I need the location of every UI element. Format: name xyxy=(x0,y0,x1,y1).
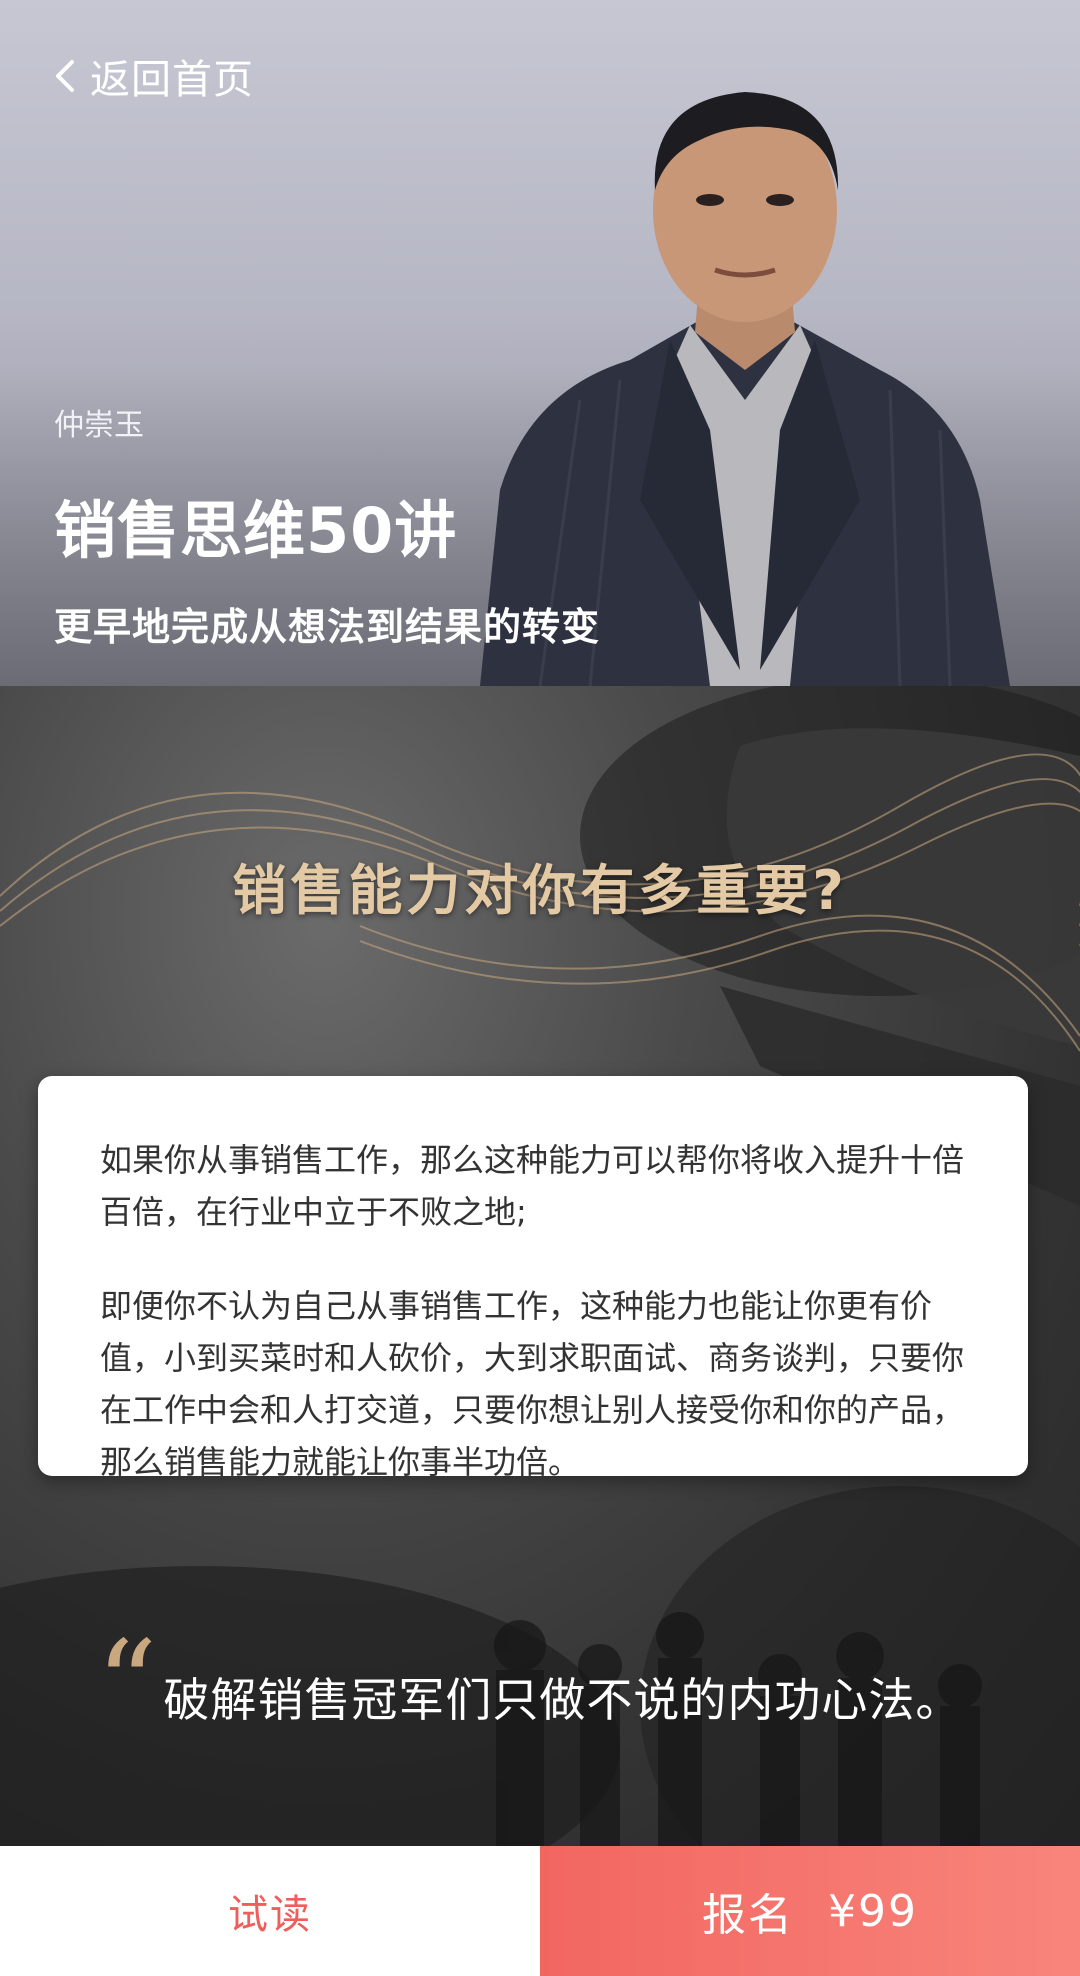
chevron-left-icon xyxy=(56,60,74,92)
back-home-button[interactable]: 返回首页 xyxy=(52,48,254,104)
course-subtitle: 更早地完成从想法到结果的转变 xyxy=(54,605,601,649)
enroll-label: 报名 xyxy=(702,1890,794,1941)
intro-paragraph: 即便你不认为自己从事销售工作，这种能力也能让你更有价值，小到买菜时和人砍价，大到… xyxy=(100,1287,965,1481)
course-info: 仲崇玉 销售思维50讲 更早地完成从想法到结果的转变 xyxy=(54,400,600,651)
poster-question: 销售能力对你有多重要? xyxy=(232,859,848,922)
bottom-action-bar: 试读 报名 ¥99 xyxy=(0,1846,1080,1976)
trial-read-label: 试读 xyxy=(228,1892,312,1938)
quote-text: 破解销售冠军们只做不说的内功心法。 xyxy=(163,1673,963,1727)
enroll-button[interactable]: 报名 ¥99 xyxy=(540,1846,1080,1976)
intro-card: 如果你从事销售工作，那么这种能力可以帮你将收入提升十倍百倍，在行业中立于不败之地… xyxy=(38,1076,1028,1481)
course-hero: 返回首页 仲崇玉 销售思维50讲 更早地完成从想法到结果的转变 xyxy=(0,0,1080,686)
poster-quote: “ 破解销售冠军们只做不说的内功心法。 xyxy=(96,1616,963,1755)
course-intro-poster: 销售能力对你有多重要? 如果你从事销售工作，那么这种能力可以帮你将收入提升十倍百… xyxy=(0,686,1080,1846)
author-name: 仲崇玉 xyxy=(54,408,144,443)
intro-paragraph: 如果你从事销售工作，那么这种能力可以帮你将收入提升十倍百倍，在行业中立于不败之地… xyxy=(100,1141,965,1231)
trial-read-button[interactable]: 试读 xyxy=(0,1846,540,1976)
course-title: 销售思维50讲 xyxy=(54,494,458,567)
price-label: ¥99 xyxy=(828,1885,918,1937)
quote-mark-icon: “ xyxy=(96,1616,158,1755)
back-home-label: 返回首页 xyxy=(90,57,254,103)
